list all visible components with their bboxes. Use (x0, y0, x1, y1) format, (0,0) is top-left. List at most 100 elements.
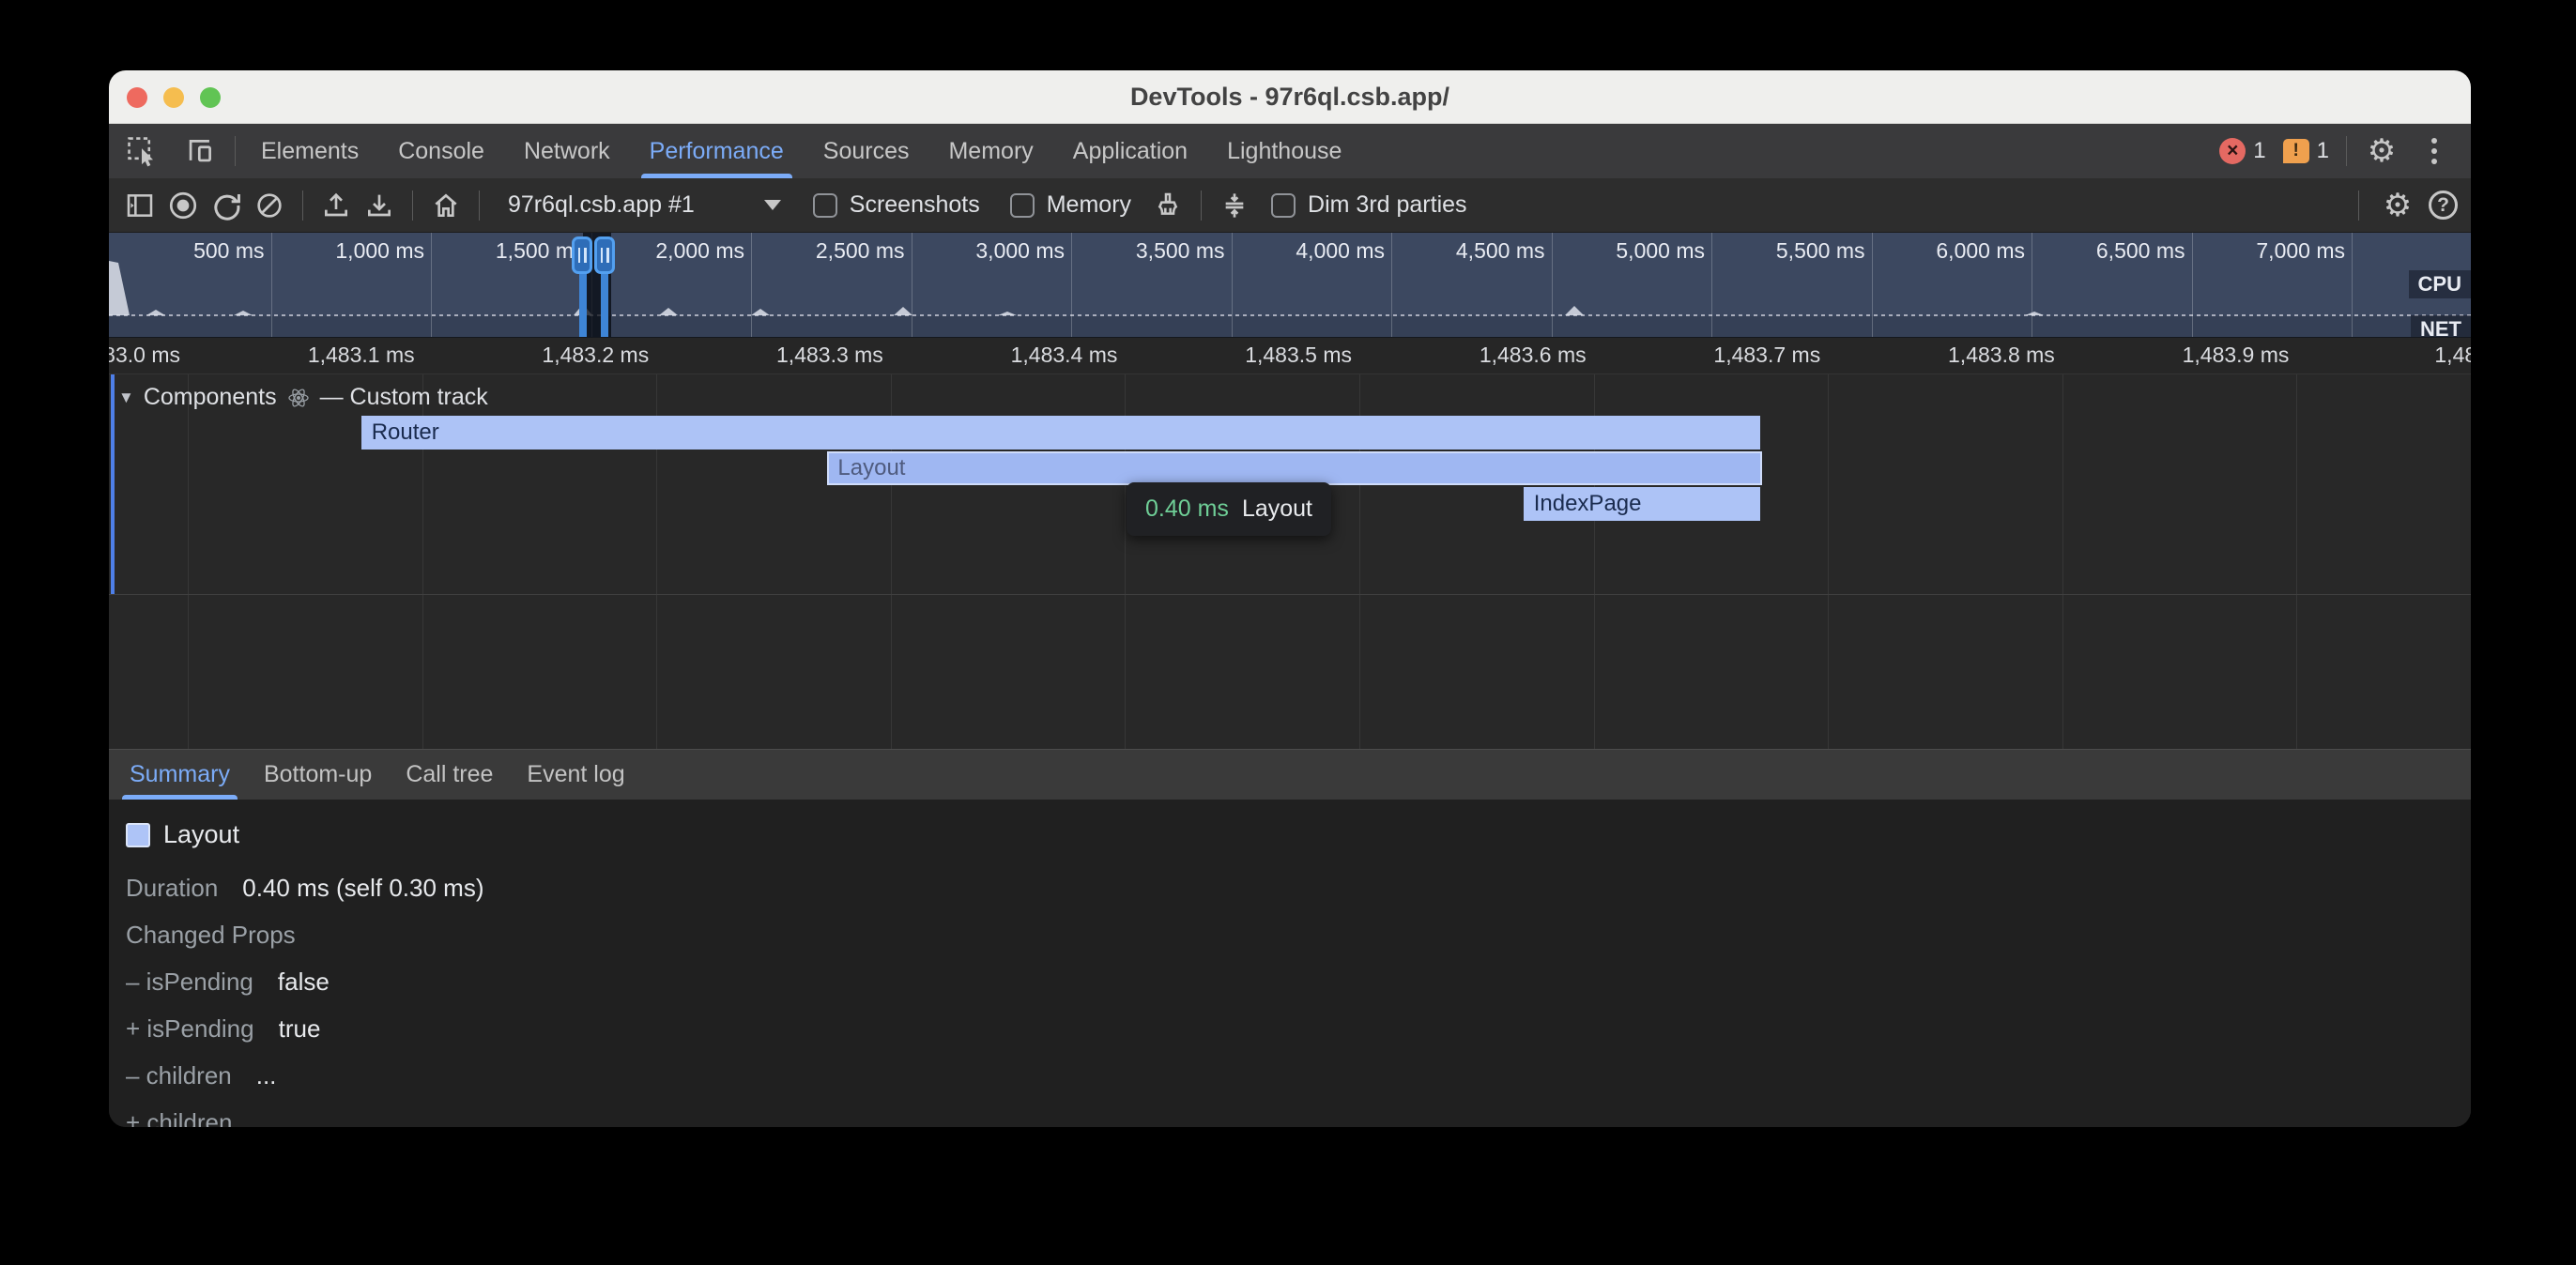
flame-gridline (1828, 374, 1829, 749)
collapse-triangle-icon[interactable]: ▼ (118, 389, 134, 407)
detail-tab-label: Bottom-up (264, 761, 372, 788)
overview-gridline (1711, 233, 1712, 337)
checkbox-label: Memory (1047, 191, 1131, 219)
event-color-swatch (126, 823, 150, 847)
divider (479, 191, 480, 221)
checkbox-label: Dim 3rd parties (1308, 191, 1467, 219)
summary-row-label: Duration (126, 874, 218, 903)
overview-tick-label: 4,500 ms (1456, 238, 1545, 264)
overview-tick-label: 1,000 ms (335, 238, 424, 264)
save-profile-icon[interactable] (361, 188, 397, 223)
ruler-tick-label: 1,483.0 ms (109, 343, 180, 368)
track-header[interactable]: ▼ Components — Custom track (118, 384, 488, 411)
flame-gridline (2296, 374, 2297, 749)
selected-track-indicator (111, 374, 115, 594)
collect-garbage-icon[interactable] (1150, 188, 1186, 223)
tab-performance[interactable]: Performance (630, 124, 804, 178)
inspect-element-icon[interactable] (124, 133, 160, 169)
checkbox-box (1010, 193, 1035, 218)
tab-label: Lighthouse (1227, 138, 1342, 165)
flame-chart[interactable]: ▼ Components — Custom track RouterLayout… (109, 374, 2471, 749)
error-badge[interactable]: × 1 (2219, 138, 2265, 164)
device-toolbar-icon[interactable] (182, 133, 218, 169)
record-icon[interactable] (165, 188, 201, 223)
ruler-tick-label: 1,483.9 ms (2183, 343, 2290, 368)
home-icon[interactable] (428, 188, 464, 223)
selection-left-handle[interactable] (572, 236, 592, 274)
clear-icon[interactable] (252, 188, 287, 223)
selection-right-handle[interactable] (594, 236, 615, 274)
tab-label: Elements (261, 138, 359, 165)
detail-tab-event-log[interactable]: Event log (510, 750, 641, 800)
dim-3rd-parties-checkbox[interactable]: Dim 3rd parties (1260, 191, 1479, 219)
cpu-lane-label: CPU (2409, 270, 2471, 298)
summary-row-value: ... (256, 1108, 277, 1127)
overview-gridline (1872, 233, 1873, 337)
divider (2358, 191, 2359, 221)
tab-application[interactable]: Application (1053, 124, 1207, 178)
summary-event-title: Layout (163, 820, 239, 849)
flame-gridline (2062, 374, 2063, 749)
devtools-tab-bar: Elements Console Network PerformanceSources… (109, 124, 2471, 178)
ruler-tick-label: 1,484 ms (2434, 343, 2471, 368)
flame-event-label: IndexPage (1524, 491, 1642, 517)
detail-tab-bottom-up[interactable]: Bottom-up (247, 750, 389, 800)
tab-sources[interactable]: Sources (804, 124, 929, 178)
tab-label: Memory (948, 138, 1033, 165)
tab-label: Network (524, 138, 610, 165)
checkbox-label: Screenshots (850, 191, 980, 219)
divider (235, 136, 236, 166)
detail-tab-summary[interactable]: Summary (113, 750, 247, 800)
error-count: 1 (2253, 138, 2265, 164)
overview-tick-label: 6,500 ms (2096, 238, 2185, 264)
track-bottom-divider (109, 594, 2471, 595)
checkbox-box (813, 193, 837, 218)
summary-row-label: + children (126, 1108, 232, 1127)
tab-console[interactable]: Console (378, 124, 504, 178)
toggle-sidebar-icon[interactable] (122, 188, 158, 223)
summary-row: + children... (126, 1108, 2471, 1127)
overview-tick-label: 2,500 ms (816, 238, 905, 264)
tab-lighthouse[interactable]: Lighthouse (1207, 124, 1361, 178)
memory-checkbox[interactable]: Memory (999, 191, 1142, 219)
flame-event-indexpage[interactable]: IndexPage (1524, 487, 1760, 521)
flame-chart-ruler: 1,483.0 ms1,483.1 ms1,483.2 ms1,483.3 ms… (109, 338, 2471, 374)
overview-gridline (1552, 233, 1553, 337)
tab-elements[interactable]: Elements (241, 124, 378, 178)
overview-gridline (2192, 233, 2193, 337)
divider (1201, 191, 1202, 221)
divider (302, 191, 303, 221)
record-and-reload-icon[interactable] (208, 188, 244, 223)
track-name: Components (144, 384, 277, 411)
flame-event-router[interactable]: Router (361, 416, 1760, 450)
timeline-overview[interactable]: 500 ms1,000 ms1,500 ms2,000 ms2,500 ms3,… (109, 233, 2471, 338)
detail-tab-label: Call tree (406, 761, 493, 788)
summary-row-value: 0.40 ms (self 0.30 ms) (242, 874, 483, 903)
overview-tick-label: 5,500 ms (1776, 238, 1865, 264)
overview-gridline (1071, 233, 1072, 337)
tab-network[interactable]: Network (504, 124, 630, 178)
summary-row: Changed Props (126, 921, 2471, 950)
collapse-sections-icon[interactable] (1217, 188, 1252, 223)
tab-memory[interactable]: Memory (928, 124, 1052, 178)
detail-tab-call-tree[interactable]: Call tree (389, 750, 510, 800)
selection-left-stem (579, 272, 587, 338)
target-selector[interactable]: 97r6ql.csb.app #1 (495, 191, 794, 219)
net-lane-label: NET (2411, 315, 2471, 338)
chevron-down-icon (764, 200, 781, 210)
overview-tick-label: 500 ms (193, 238, 264, 264)
warning-badge[interactable]: ! 1 (2283, 138, 2329, 164)
more-options-icon[interactable] (2416, 133, 2452, 169)
load-profile-icon[interactable] (318, 188, 354, 223)
tab-label: Console (398, 138, 484, 165)
panel-tabs: Elements Console Network PerformanceSources… (241, 124, 1361, 178)
overview-tick-label: 5,000 ms (1616, 238, 1705, 264)
detail-tab-bar: Summary Bottom-up Call tree Event log (109, 749, 2471, 800)
capture-settings-gear-icon[interactable]: ⚙ (2380, 188, 2415, 223)
summary-row-value: ... (256, 1061, 277, 1090)
screenshots-checkbox[interactable]: Screenshots (802, 191, 991, 219)
help-icon[interactable]: ? (2429, 191, 2458, 220)
flame-event-layout[interactable]: Layout (827, 451, 1762, 485)
selection-right-stem (601, 272, 608, 338)
settings-gear-icon[interactable]: ⚙ (2364, 133, 2400, 169)
